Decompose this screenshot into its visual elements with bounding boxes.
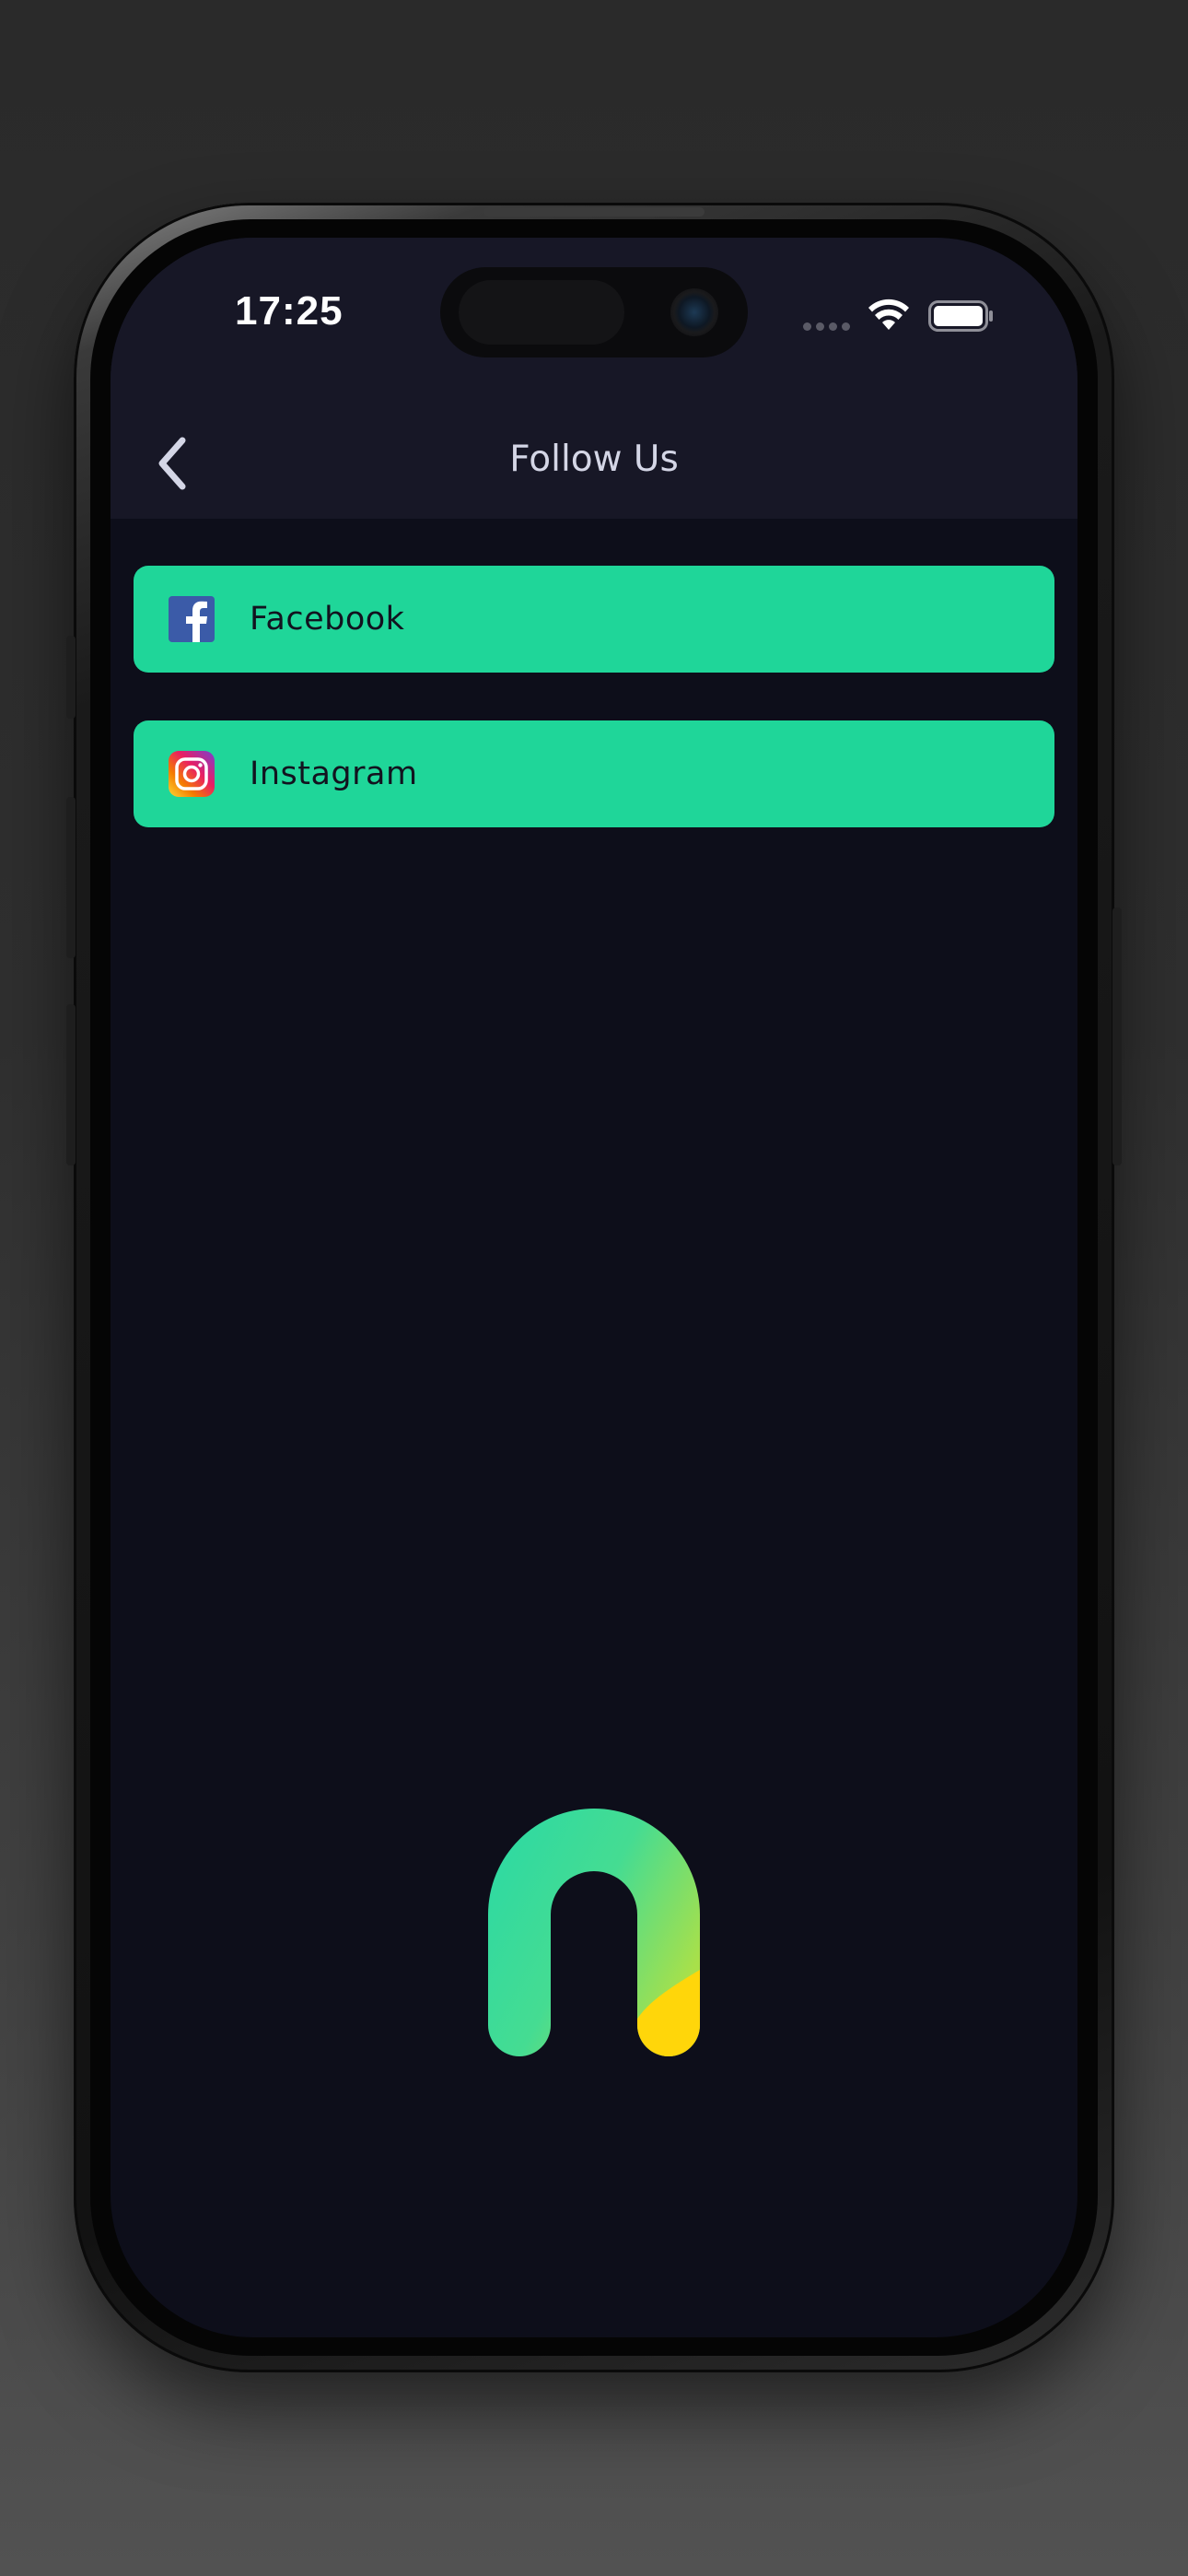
facebook-button[interactable]: Facebook <box>134 566 1054 673</box>
cellular-signal-icon <box>803 322 850 331</box>
earpiece-slit <box>483 207 705 217</box>
instagram-icon <box>169 751 215 797</box>
facebook-icon <box>169 596 215 642</box>
instagram-label: Instagram <box>250 755 418 792</box>
app-logo-n-icon <box>488 1809 700 2056</box>
dynamic-island <box>440 267 748 357</box>
status-time: 17:25 <box>235 288 344 334</box>
power-button <box>1112 907 1122 1165</box>
battery-icon <box>928 300 993 332</box>
volume-down-button <box>66 1004 76 1165</box>
page-title: Follow Us <box>509 439 679 480</box>
instagram-button[interactable]: Instagram <box>134 720 1054 827</box>
island-sensor <box>459 280 624 345</box>
camera-icon <box>670 288 718 336</box>
volume-up-button <box>66 797 76 958</box>
wifi-icon <box>868 299 909 330</box>
phone-screen: 17:25 Follow Us Facebook Instagram <box>111 238 1077 2337</box>
silent-switch <box>66 636 76 719</box>
facebook-label: Facebook <box>250 601 405 638</box>
top-header: 17:25 Follow Us <box>111 238 1077 519</box>
